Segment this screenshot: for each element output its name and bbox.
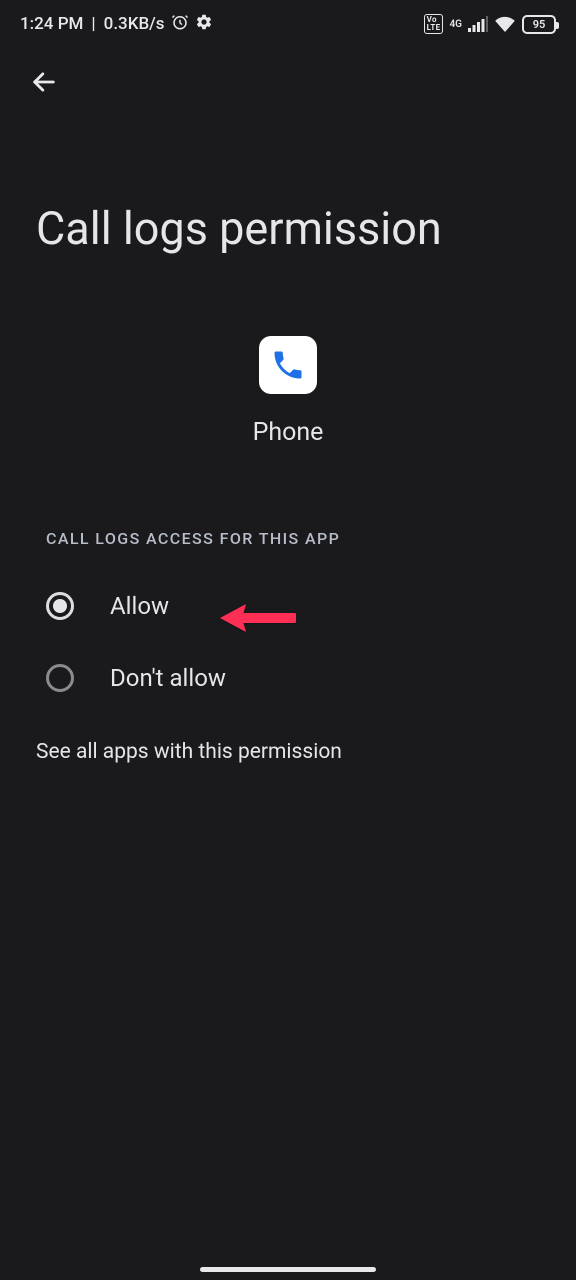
radio-selected-icon: [46, 592, 74, 620]
back-button[interactable]: [24, 64, 64, 104]
signal-icon: [468, 16, 488, 32]
app-identity: Phone: [0, 336, 576, 447]
status-divider: |: [91, 14, 95, 34]
arrow-left-icon: [30, 68, 58, 100]
app-bar: [0, 48, 576, 120]
app-name-label: Phone: [253, 418, 324, 447]
status-time: 1:24 PM: [20, 14, 83, 34]
option-deny-label: Don't allow: [110, 664, 226, 692]
status-right: Vo LTE 4G 95: [424, 14, 556, 34]
page-title: Call logs permission: [0, 120, 576, 254]
option-allow-label: Allow: [110, 592, 169, 620]
network-type-icon: 4G: [449, 20, 462, 29]
section-header: CALL LOGS ACCESS FOR THIS APP: [0, 529, 576, 548]
see-all-apps-link[interactable]: See all apps with this permission: [0, 714, 576, 790]
status-net-speed: 0.3KB/s: [104, 14, 165, 34]
battery-percent: 95: [533, 18, 546, 31]
wifi-icon: [494, 16, 516, 32]
radio-unselected-icon: [46, 664, 74, 692]
option-deny[interactable]: Don't allow: [40, 642, 536, 714]
permission-options: Allow Don't allow: [0, 548, 576, 714]
gear-icon: [195, 13, 213, 36]
option-allow[interactable]: Allow: [40, 570, 536, 642]
battery-icon: 95: [522, 15, 556, 34]
status-bar: 1:24 PM | 0.3KB/s Vo LTE 4G 95: [0, 0, 576, 48]
phone-app-icon: [259, 336, 317, 394]
volte-icon: Vo LTE: [424, 14, 444, 34]
status-left: 1:24 PM | 0.3KB/s: [20, 13, 213, 36]
alarm-icon: [171, 13, 189, 36]
home-indicator[interactable]: [200, 1267, 376, 1272]
